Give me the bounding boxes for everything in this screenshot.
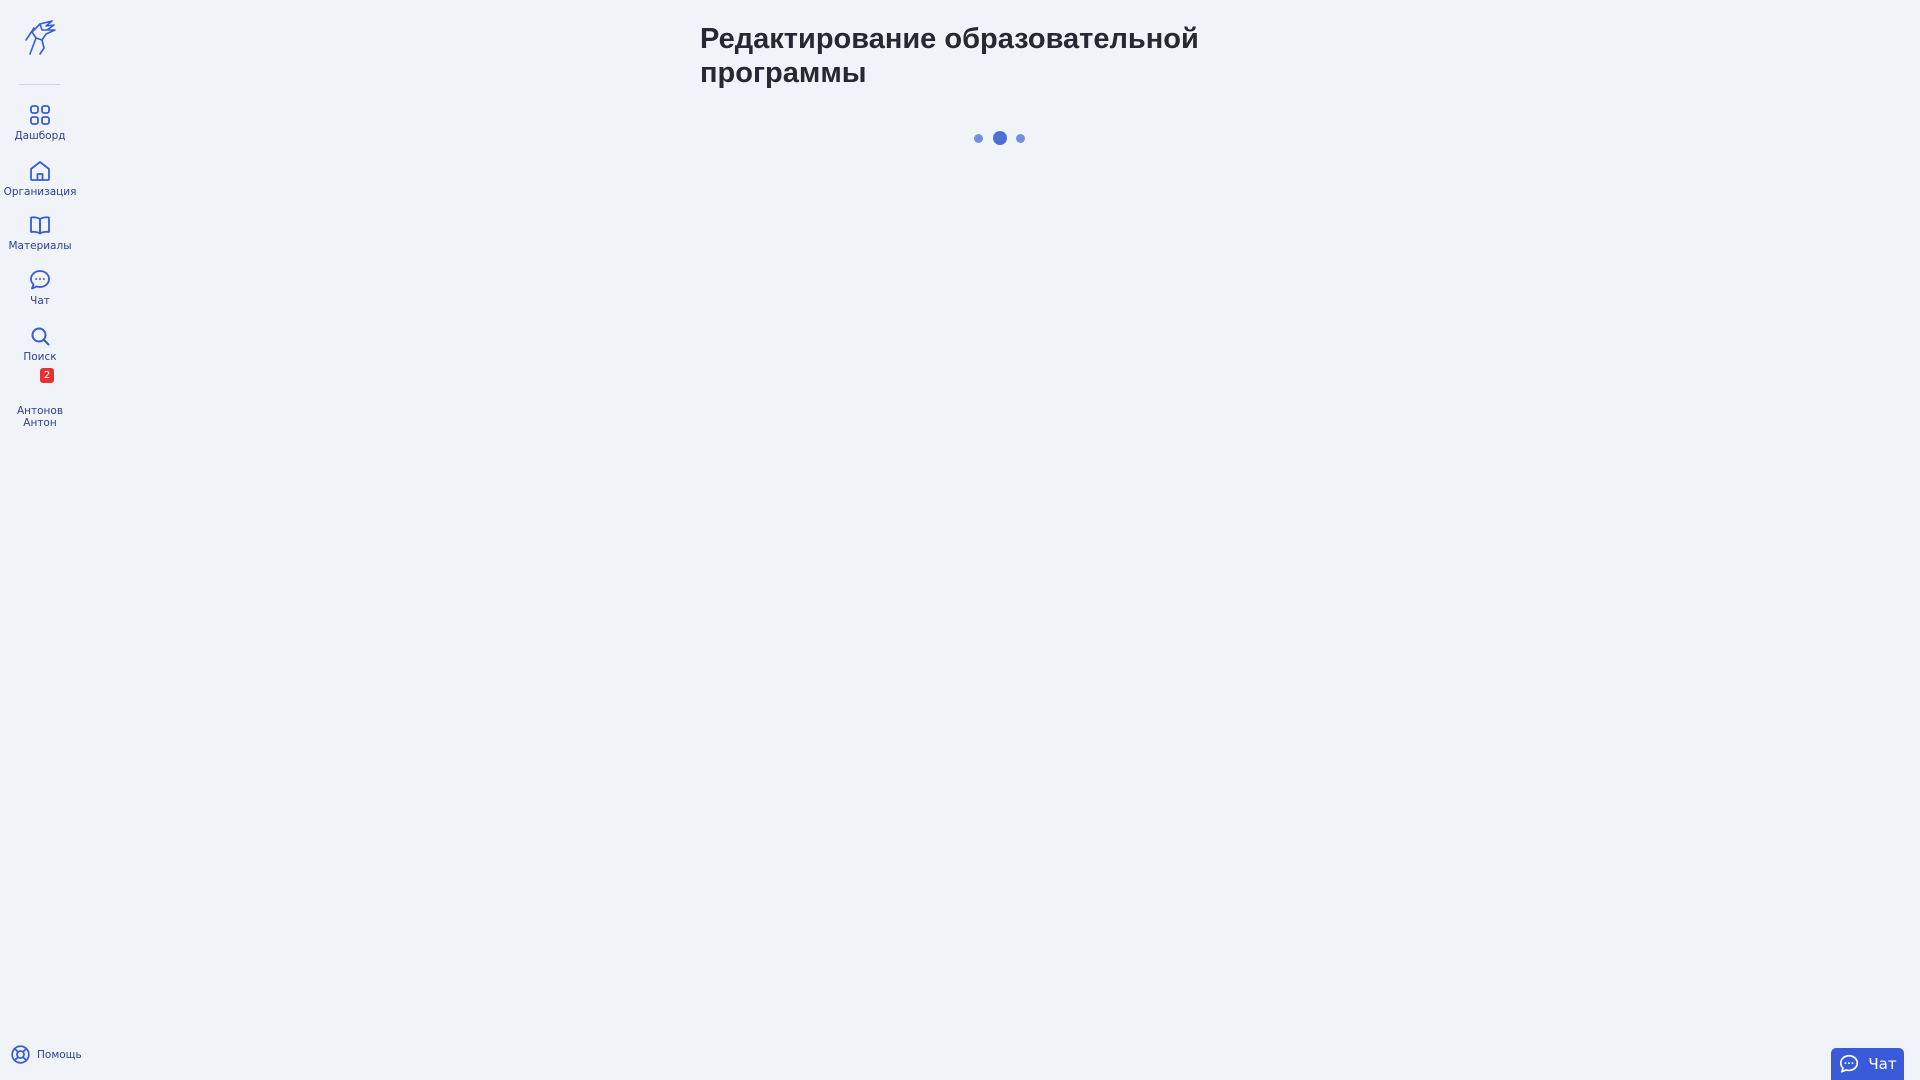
book-icon — [28, 213, 52, 237]
chat-bubble-icon — [1838, 1053, 1860, 1075]
help-button[interactable]: Помощь — [10, 1044, 82, 1065]
sidebar-item-label: Чат — [30, 295, 50, 307]
profile-name: Антонов Антон — [16, 405, 64, 429]
sidebar-item-search[interactable]: Поиск — [0, 324, 80, 363]
search-icon — [28, 324, 52, 348]
logo-icon[interactable] — [22, 18, 58, 56]
page-title: Редактирование образовательной программы — [700, 23, 1199, 89]
notification-badge: 2 — [40, 368, 54, 383]
chat-bubble-icon — [28, 268, 52, 292]
avatar-container: 2 — [28, 368, 54, 402]
loading-dot — [993, 131, 1007, 145]
grid-icon — [28, 103, 52, 127]
lifebuoy-icon — [10, 1044, 31, 1065]
loading-dot — [1016, 134, 1025, 143]
sidebar-divider — [19, 84, 60, 85]
sidebar-item-label: Материалы — [8, 240, 72, 252]
chat-widget-button[interactable]: Чат — [1831, 1048, 1904, 1080]
sidebar-item-chat[interactable]: Чат — [0, 268, 80, 307]
chat-widget-label: Чат — [1868, 1055, 1897, 1073]
loading-indicator — [974, 130, 1028, 146]
sidebar-item-label: Организация — [3, 186, 77, 198]
sidebar-item-profile[interactable]: 2 Антонов Антон — [0, 368, 80, 429]
sidebar-item-label: Поиск — [23, 351, 57, 363]
sidebar-item-organization[interactable]: Организация — [0, 159, 80, 198]
sidebar: Дашборд Организация Материалы Чат Поиск … — [0, 0, 82, 1080]
home-icon — [28, 159, 52, 183]
loading-dot — [974, 134, 983, 143]
help-label: Помощь — [37, 1048, 82, 1061]
sidebar-item-label: Дашборд — [14, 130, 66, 142]
sidebar-item-materials[interactable]: Материалы — [0, 213, 80, 252]
sidebar-item-dashboard[interactable]: Дашборд — [0, 103, 80, 142]
